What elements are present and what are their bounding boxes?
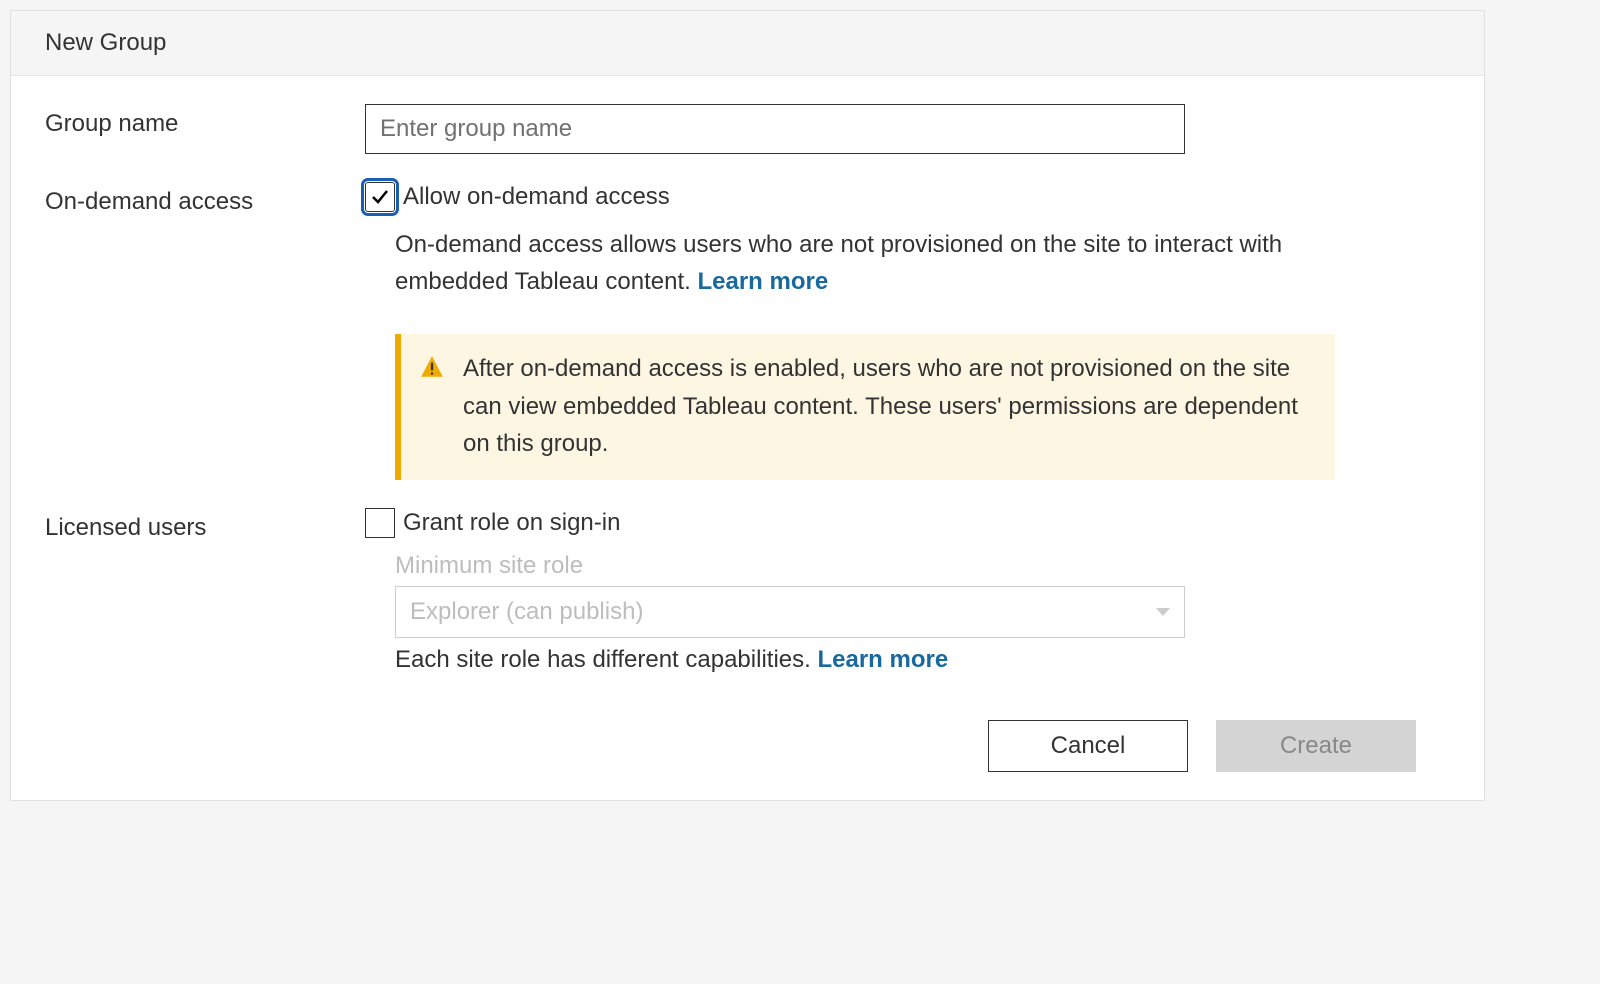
new-group-dialog: New Group Group name On-demand access Al… bbox=[10, 10, 1485, 801]
on-demand-description: On-demand access allows users who are no… bbox=[365, 226, 1335, 300]
group-name-row: Group name bbox=[45, 104, 1450, 154]
group-name-input[interactable] bbox=[365, 104, 1185, 154]
group-name-label: Group name bbox=[45, 104, 365, 138]
minimum-site-role-value: Explorer (can publish) bbox=[410, 598, 643, 626]
site-role-helper: Each site role has different capabilitie… bbox=[365, 646, 1185, 674]
on-demand-learn-more-link[interactable]: Learn more bbox=[697, 268, 828, 295]
site-role-learn-more-link[interactable]: Learn more bbox=[817, 646, 948, 673]
minimum-site-role-select[interactable]: Explorer (can publish) bbox=[395, 586, 1185, 638]
dialog-title: New Group bbox=[11, 11, 1484, 76]
warning-icon bbox=[419, 354, 445, 380]
licensed-users-row: Licensed users Grant role on sign-in Min… bbox=[45, 508, 1450, 674]
site-role-helper-text: Each site role has different capabilitie… bbox=[395, 646, 817, 673]
minimum-site-role-label: Minimum site role bbox=[365, 552, 1185, 580]
chevron-down-icon bbox=[1156, 608, 1170, 616]
dialog-footer: Cancel Create bbox=[45, 702, 1450, 772]
on-demand-warning: After on-demand access is enabled, users… bbox=[395, 334, 1335, 480]
on-demand-access-row: On-demand access Allow on-demand access … bbox=[45, 182, 1450, 480]
grant-role-checkbox[interactable] bbox=[365, 508, 395, 538]
cancel-button[interactable]: Cancel bbox=[988, 720, 1188, 772]
grant-role-label: Grant role on sign-in bbox=[403, 509, 620, 537]
dialog-body: Group name On-demand access Allow on-dem… bbox=[11, 76, 1484, 800]
licensed-users-label: Licensed users bbox=[45, 508, 365, 542]
on-demand-warning-text: After on-demand access is enabled, users… bbox=[463, 350, 1311, 462]
allow-on-demand-label: Allow on-demand access bbox=[403, 183, 670, 211]
check-icon bbox=[370, 187, 390, 207]
on-demand-access-label: On-demand access bbox=[45, 182, 365, 216]
allow-on-demand-checkbox[interactable] bbox=[365, 182, 395, 212]
on-demand-description-text: On-demand access allows users who are no… bbox=[395, 231, 1282, 295]
create-button[interactable]: Create bbox=[1216, 720, 1416, 772]
